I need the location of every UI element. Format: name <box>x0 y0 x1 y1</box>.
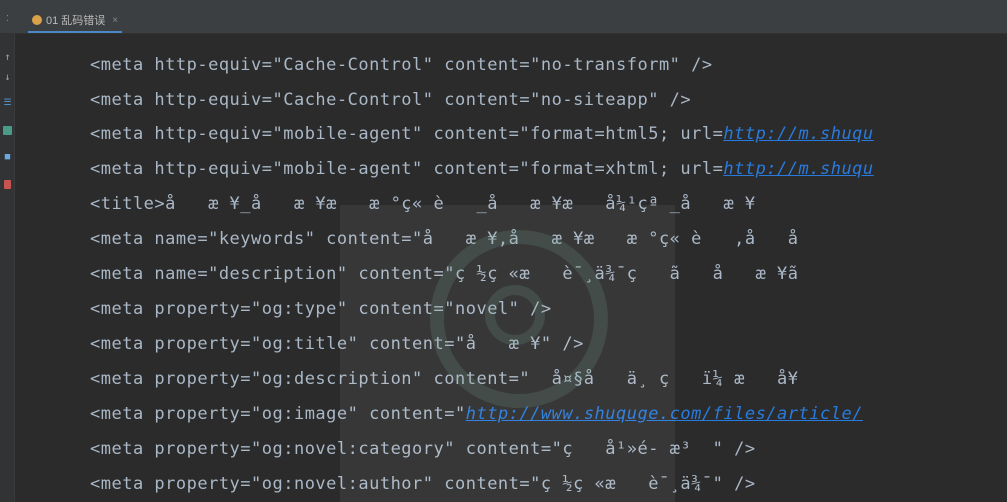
print-icon[interactable]: ■ <box>3 153 12 162</box>
code-line: <meta http-equiv="Cache-Control" content… <box>90 90 692 110</box>
tab-separator: : <box>6 12 10 24</box>
code-line: <meta http-equiv="Cache-Control" content… <box>90 55 713 75</box>
code-link[interactable]: http://m.shuqu <box>723 159 873 179</box>
code-text: <meta http-equiv="mobile-agent" content=… <box>90 124 724 144</box>
code-output-area[interactable]: <meta http-equiv="Cache-Control" content… <box>15 33 1007 502</box>
code-link[interactable]: http://m.shuqu <box>723 124 873 144</box>
editor-tab-bar: : 01 乱码错误 × <box>0 0 1007 34</box>
code-line: <meta property="og:description" content=… <box>90 369 799 389</box>
arrow-down-icon[interactable]: ↓ <box>3 73 12 83</box>
code-line: <meta property="og:type" content="novel"… <box>90 299 552 319</box>
code-line: <meta property="og:title" content="å æ ¥… <box>90 334 584 354</box>
arrow-up-icon[interactable]: ↑ <box>3 53 12 63</box>
tab-file-01[interactable]: 01 乱码错误 × <box>28 9 123 33</box>
code-line: <meta name="description" content="ç ½ç «… <box>90 264 799 284</box>
stop-icon[interactable] <box>3 126 12 135</box>
code-text: <meta property="og:image" content=" <box>90 404 466 424</box>
tab-close-icon[interactable]: × <box>112 15 118 26</box>
code-text: <meta http-equiv="mobile-agent" content=… <box>90 159 724 179</box>
code-line: <meta property="og:image" content="http:… <box>90 404 863 424</box>
soft-wrap-icon[interactable]: ☰ <box>3 99 12 108</box>
python-file-icon <box>32 15 42 25</box>
run-tool-gutter: ↑ ↓ ☰ ■ <box>0 33 15 502</box>
code-line: <meta property="og:novel:author" content… <box>90 474 756 494</box>
tab-label: 01 乱码错误 <box>46 15 106 27</box>
trash-icon[interactable] <box>4 180 11 189</box>
code-line: <meta http-equiv="mobile-agent" content=… <box>90 124 874 144</box>
code-link[interactable]: http://www.shuquge.com/files/article/ <box>466 404 863 424</box>
code-line: <meta http-equiv="mobile-agent" content=… <box>90 159 874 179</box>
code-line: <title>å æ ¥_å æ ¥æ æ °ç« è _å æ ¥æ å¼¹ç… <box>90 194 756 214</box>
code-line: <meta property="og:novel:category" conte… <box>90 439 756 459</box>
code-line: <meta name="keywords" content="å æ ¥,å æ… <box>90 229 799 249</box>
